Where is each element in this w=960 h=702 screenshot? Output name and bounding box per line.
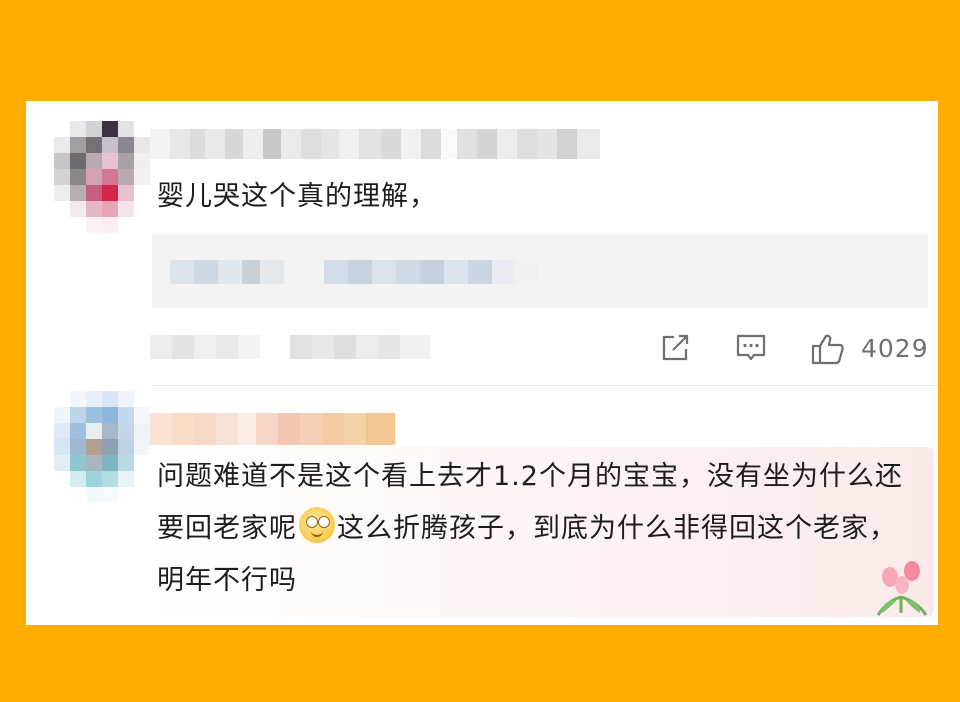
comment-card: 婴儿哭这个真的理解， 4029 问题难道不是这个看上去才1.2个月的宝宝，没有坐… — [26, 101, 938, 625]
tulip-flower-icon — [876, 561, 928, 616]
comment-text: 婴儿哭这个真的理解， — [157, 181, 437, 212]
timestamp-redacted — [150, 335, 430, 359]
username-redacted[interactable] — [150, 413, 395, 445]
rolling-eyes-emoji — [299, 507, 335, 543]
quoted-text-redacted — [170, 260, 580, 284]
comment-icon[interactable] — [735, 333, 767, 363]
comment-text: 问题难道不是这个看上去才1.2个月的宝宝，没有坐为什么还要回老家呢 这么折腾孩子，… — [157, 451, 917, 607]
comment-actions: 4029 — [656, 333, 936, 365]
quoted-reply-redacted[interactable] — [152, 234, 928, 308]
divider — [152, 385, 938, 386]
avatar[interactable] — [54, 121, 150, 233]
thumbs-up-icon[interactable] — [811, 333, 845, 365]
like-count: 4029 — [861, 334, 929, 363]
avatar[interactable] — [54, 391, 150, 503]
share-icon[interactable] — [660, 333, 692, 363]
username-redacted[interactable] — [150, 129, 600, 159]
